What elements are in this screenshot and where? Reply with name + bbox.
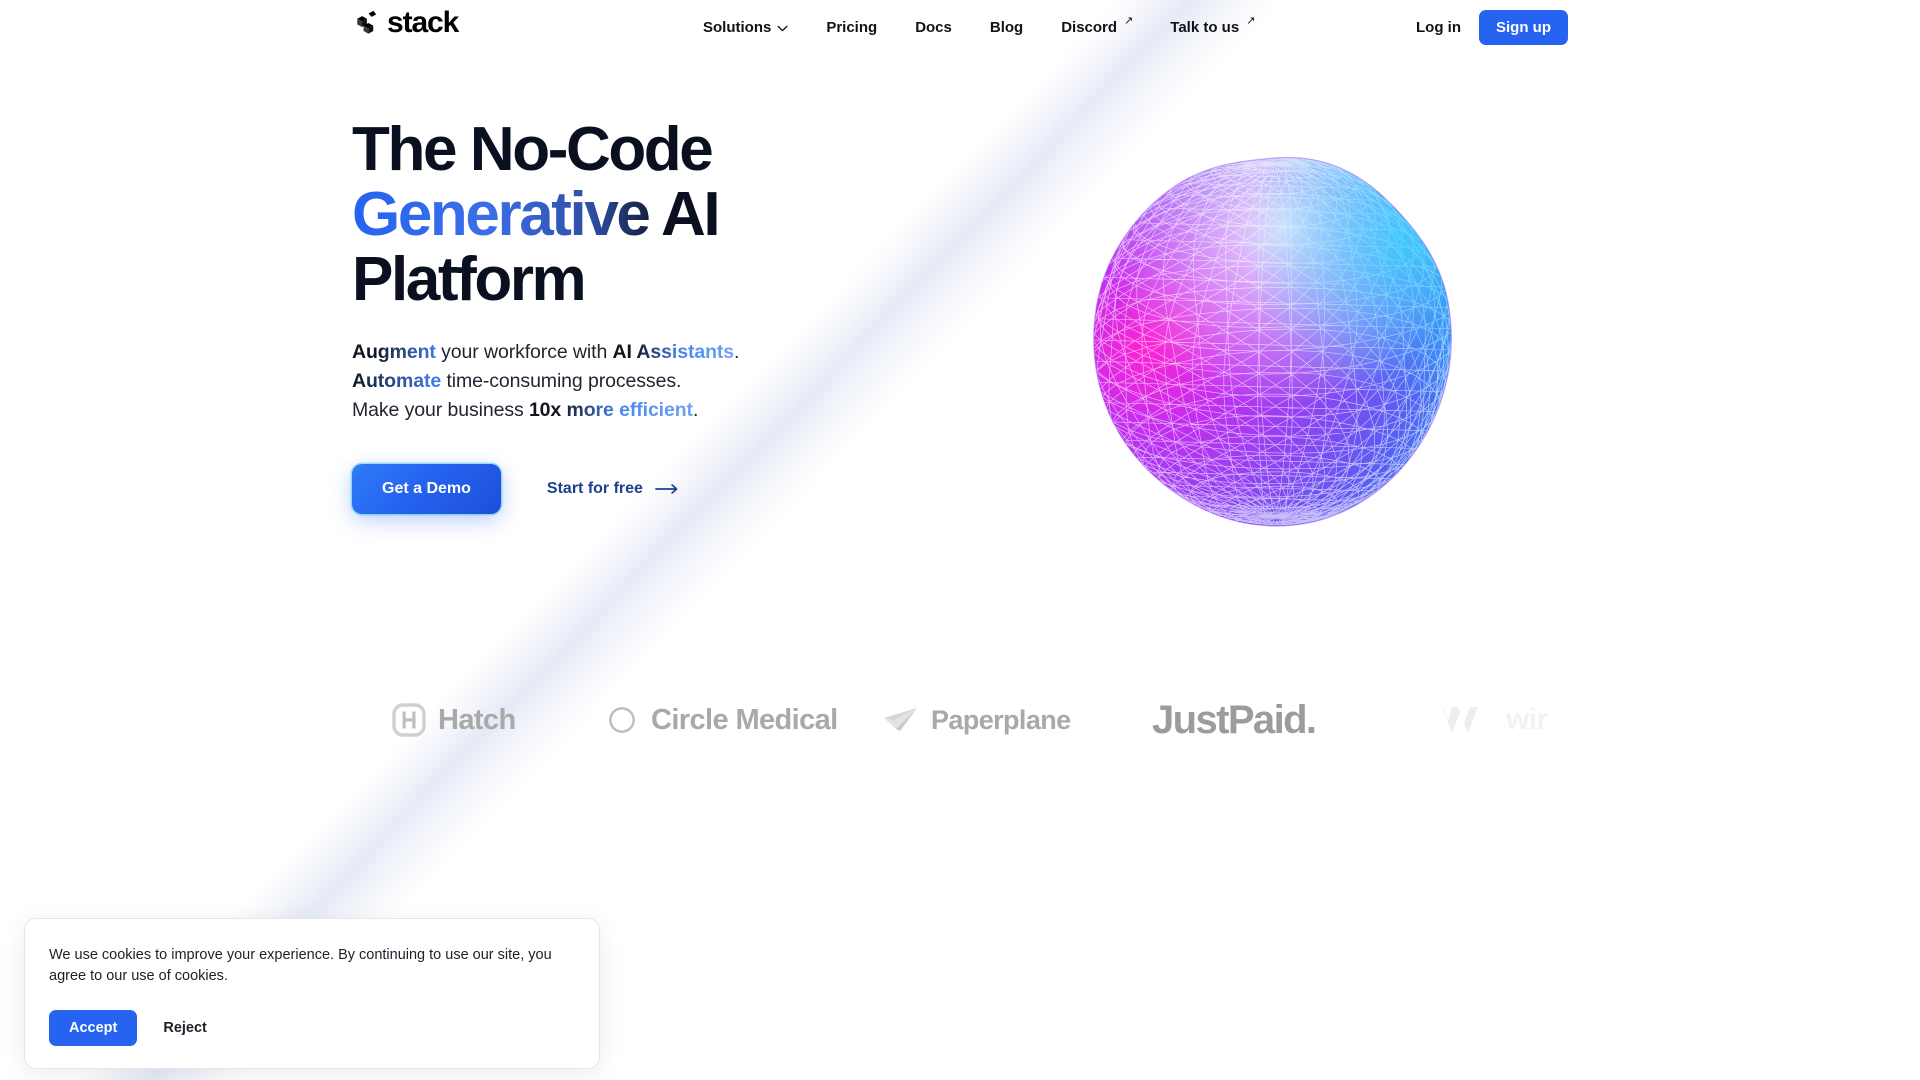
generative-ai-mesh-sphere: [1075, 140, 1475, 540]
signup-button[interactable]: Sign up: [1479, 9, 1568, 45]
hero-cta-row: Get a Demo Start for free: [352, 464, 1112, 515]
external-link-icon: ↗: [1246, 14, 1256, 27]
logo-hatch: Hatch: [392, 703, 516, 737]
auth-actions: Log in Sign up: [1416, 0, 1568, 54]
site-header: stack Solutions Pricing Docs Blog Discor…: [0, 0, 1920, 54]
logo-label: JustPaid.: [1152, 697, 1317, 742]
subhead-period: .: [734, 341, 740, 364]
cookie-consent-banner: We use cookies to improve your experienc…: [24, 918, 600, 1069]
subhead-text: time-consuming processes.: [441, 370, 682, 392]
hero-section: The No-Code Generative AI Platform Augme…: [352, 115, 1112, 515]
subhead-line-3: Make your business 10x more efficient.: [352, 396, 1112, 425]
subhead-text: Make your business: [352, 398, 529, 421]
wire-logo-icon: [1442, 707, 1478, 733]
logo-justpaid: JustPaid.: [1152, 697, 1317, 743]
headline-line-2-rest: AI: [648, 179, 721, 249]
main-navigation: Solutions Pricing Docs Blog Discord ↗ Ta…: [703, 0, 1273, 54]
get-a-demo-button[interactable]: Get a Demo: [352, 464, 501, 515]
reject-cookies-button[interactable]: Reject: [155, 1010, 215, 1046]
circle-medical-logo-icon: [609, 707, 635, 733]
customer-logo-strip: Hatch Circle Medical Paperplane JustPaid…: [0, 680, 1920, 760]
nav-item-label: Docs: [915, 18, 952, 36]
subhead-line-1: Augment your workforce with AI Assistant…: [352, 338, 1112, 367]
nav-item-blog[interactable]: Blog: [971, 0, 1042, 54]
subhead-bold-10x: 10x more efficient: [528, 398, 693, 421]
nav-item-label: Talk to us: [1170, 18, 1240, 36]
nav-item-docs[interactable]: Docs: [896, 0, 971, 54]
chevron-down-icon: [777, 25, 788, 31]
subhead-bold-augment: Augment: [352, 341, 436, 364]
logo-wire: wir: [1440, 701, 1548, 739]
external-link-icon: ↗: [1124, 14, 1134, 27]
logo-label: Hatch: [438, 703, 516, 736]
logo-label: Paperplane: [931, 704, 1071, 735]
logo-circle-medical: Circle Medical: [605, 703, 838, 737]
brand-logo[interactable]: stack: [352, 6, 459, 39]
headline-line-1: The No-Code: [352, 115, 714, 184]
headline-line-3: Platform: [352, 244, 587, 314]
logo-label: Circle Medical: [651, 703, 838, 736]
subhead-line-2: Automate time-consuming processes.: [352, 367, 1112, 396]
start-for-free-button[interactable]: Start for free: [547, 480, 679, 498]
nav-item-label: Pricing: [826, 18, 878, 36]
nav-item-label: Solutions: [703, 18, 772, 36]
subhead-bold-ai-assistants: AI Assistants: [612, 341, 735, 364]
hatch-logo-icon: [392, 703, 426, 737]
nav-item-pricing[interactable]: Pricing: [807, 0, 896, 54]
nav-item-discord[interactable]: Discord ↗: [1042, 0, 1151, 54]
paperplane-logo-icon: [884, 708, 917, 731]
nav-item-talk-to-us[interactable]: Talk to us ↗: [1151, 0, 1273, 54]
brand-name: stack: [387, 6, 459, 39]
subhead-text: your workforce with: [435, 341, 613, 364]
headline-line-2: Generative AI: [352, 179, 1112, 249]
isometric-blocks-icon: [357, 10, 377, 34]
accept-cookies-button[interactable]: Accept: [49, 1009, 138, 1046]
cookie-actions: Accept Reject: [49, 1009, 575, 1046]
hero-subheadline: Augment your workforce with AI Assistant…: [352, 338, 1112, 424]
nav-item-label: Blog: [989, 18, 1024, 36]
page-title: The No-Code Generative AI Platform: [352, 115, 1112, 314]
headline-accent-word: Generative: [352, 179, 651, 249]
login-link[interactable]: Log in: [1416, 19, 1461, 36]
start-for-free-label: Start for free: [546, 480, 643, 498]
landing-page: stack Solutions Pricing Docs Blog Discor…: [0, 0, 1920, 1080]
nav-item-solutions[interactable]: Solutions: [703, 0, 807, 54]
nav-item-label: Discord: [1061, 18, 1118, 36]
cookie-message: We use cookies to improve your experienc…: [49, 947, 552, 985]
logo-label: wir: [1506, 703, 1548, 736]
logo-paperplane: Paperplane: [883, 705, 1071, 736]
subhead-bold-automate: Automate: [352, 370, 442, 392]
arrow-right-icon: [655, 484, 678, 495]
subhead-period: .: [692, 398, 699, 421]
